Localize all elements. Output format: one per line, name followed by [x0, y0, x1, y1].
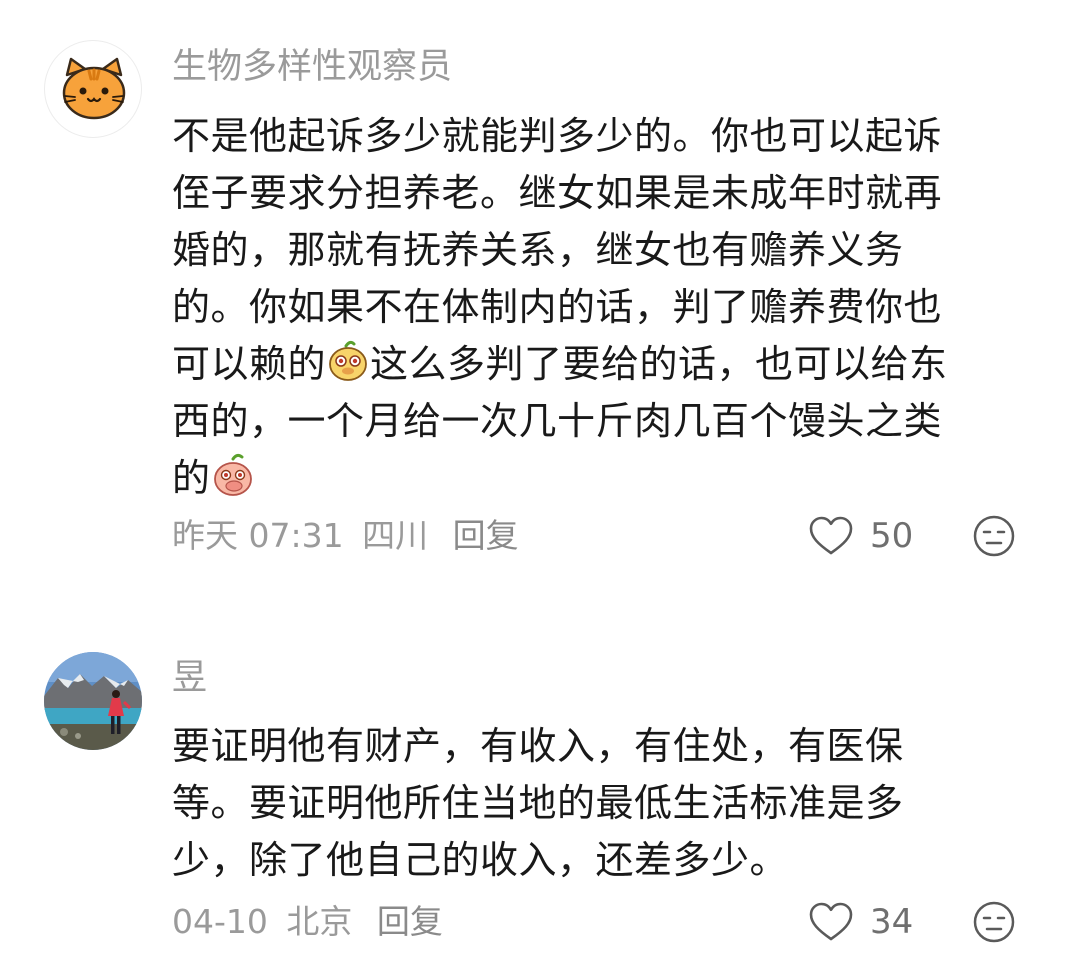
heart-icon[interactable] [808, 515, 854, 557]
comment-meta: 昨天 07:31 四川 回复 [172, 516, 519, 556]
heart-icon[interactable] [808, 901, 854, 943]
line-segment: 的 [172, 456, 211, 500]
comment-line: 的 [172, 450, 1032, 507]
comment-line: 等。要证明他所住当地的最低生活标准是多 [172, 781, 904, 825]
comment-line: 西的，一个月给一次几十斤肉几百个馒头之类 [172, 399, 943, 443]
comment-location: 北京 [286, 902, 353, 941]
landscape-photo-avatar [44, 652, 142, 750]
peach-cover-mouth-emoji-icon [213, 453, 252, 496]
comment-line: 少，除了他自己的收入，还差多少。 [172, 838, 789, 882]
dog-face-emoji-icon [329, 340, 367, 381]
comment-line: 的。你如果不在体制内的话，判了赡养费你也 [172, 285, 943, 329]
comment-text: 不是他起诉多少就能判多少的。你也可以起诉 侄子要求分担养老。继女如果是未成年时就… [172, 108, 1032, 507]
comment-line: 侄子要求分担养老。继女如果是未成年时就再 [172, 171, 943, 215]
reply-button[interactable]: 回复 [453, 516, 519, 555]
user-avatar[interactable] [44, 40, 142, 138]
comment-meta: 04-10 北京 回复 [172, 902, 443, 942]
comment-item: 生物多样性观察员 不是他起诉多少就能判多少的。你也可以起诉 侄子要求分担养老。继… [0, 0, 1080, 580]
orange-cat-icon [62, 57, 126, 120]
dislike-face-icon[interactable] [972, 900, 1016, 944]
like-count: 34 [870, 902, 914, 942]
comment-line: 不是他起诉多少就能判多少的。你也可以起诉 [172, 114, 943, 158]
reply-button[interactable]: 回复 [377, 902, 443, 941]
comment-text: 要证明他有财产，有收入，有住处，有医保 等。要证明他所住当地的最低生活标准是多 … [172, 718, 1032, 889]
comment-line: 婚的，那就有抚养关系，继女也有赡养义务 [172, 228, 904, 272]
username[interactable]: 生物多样性观察员 [172, 45, 452, 89]
comment-time: 昨天 07:31 [172, 516, 344, 555]
like-count: 50 [870, 516, 914, 556]
comment-item: 昱 要证明他有财产，有收入，有住处，有医保 等。要证明他所住当地的最低生活标准是… [0, 580, 1080, 968]
dislike-face-icon[interactable] [972, 514, 1016, 558]
comment-time: 04-10 [172, 902, 268, 941]
comment-line: 可以赖的 这么多判了要给的话，也可以给东 [172, 336, 1032, 393]
line-segment: 可以赖的 [172, 342, 327, 386]
comment-location: 四川 [362, 516, 429, 555]
user-avatar[interactable] [44, 652, 142, 750]
comment-line: 要证明他有财产，有收入，有住处，有医保 [172, 724, 904, 768]
username[interactable]: 昱 [172, 656, 207, 700]
line-segment: 这么多判了要给的话，也可以给东 [370, 342, 948, 386]
